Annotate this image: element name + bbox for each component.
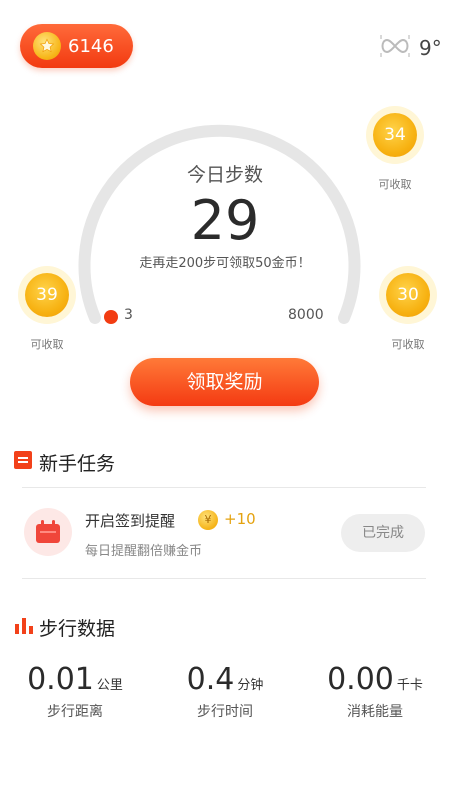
divider (22, 578, 426, 579)
bubble-caption: 可收取 (391, 338, 425, 351)
bubble-caption: 可收取 (30, 338, 64, 351)
task-completed-button[interactable]: 已完成 (341, 514, 425, 552)
task-list-icon (14, 451, 32, 469)
coin-bubble-value: 39 (25, 273, 69, 317)
task-reward: +10 (224, 510, 256, 528)
stat-unit: 分钟 (237, 678, 264, 693)
divider (22, 487, 426, 488)
coin-bubble-2[interactable]: 39 (25, 273, 69, 317)
tasks-section-title: 新手任务 (39, 453, 116, 475)
claim-reward-button[interactable]: 领取奖励 (130, 358, 319, 406)
stat-value: 0.01 (27, 662, 94, 697)
coin-bubble-3[interactable]: 30 (386, 273, 430, 317)
coin-bubble-value: 34 (373, 113, 417, 157)
task-title: 开启签到提醒 (85, 512, 176, 530)
reward-coin-icon: ¥ (198, 510, 218, 530)
coin-bubble-1[interactable]: 34 (373, 113, 417, 157)
gauge-max-label: 8000 (288, 307, 324, 323)
stat-value: 0.4 (186, 662, 235, 697)
stat-distance: 0.01 公里 步行距离 (0, 662, 150, 721)
gauge-progress-dot (104, 310, 118, 324)
stat-time: 0.4 分钟 步行时间 (150, 662, 300, 721)
steps-count: 29 (190, 189, 260, 252)
task-subtitle: 每日提醒翻倍赚金币 (85, 544, 203, 559)
stat-unit: 公里 (96, 678, 123, 693)
stat-unit: 千卡 (396, 678, 423, 693)
steps-hint: 走再走200步可领取50金币！ (139, 256, 311, 271)
calendar-icon (24, 508, 72, 556)
stat-label: 步行时间 (197, 704, 253, 720)
stat-label: 步行距离 (47, 704, 103, 720)
walk-section-title: 步行数据 (39, 618, 116, 640)
gauge-min-label: 3 (124, 307, 133, 323)
bar-chart-icon (14, 615, 34, 635)
bubble-caption: 可收取 (378, 178, 412, 191)
stat-energy: 0.00 千卡 消耗能量 (300, 662, 450, 721)
coin-bubble-value: 30 (386, 273, 430, 317)
stat-value: 0.00 (327, 662, 394, 697)
stat-label: 消耗能量 (347, 704, 403, 720)
